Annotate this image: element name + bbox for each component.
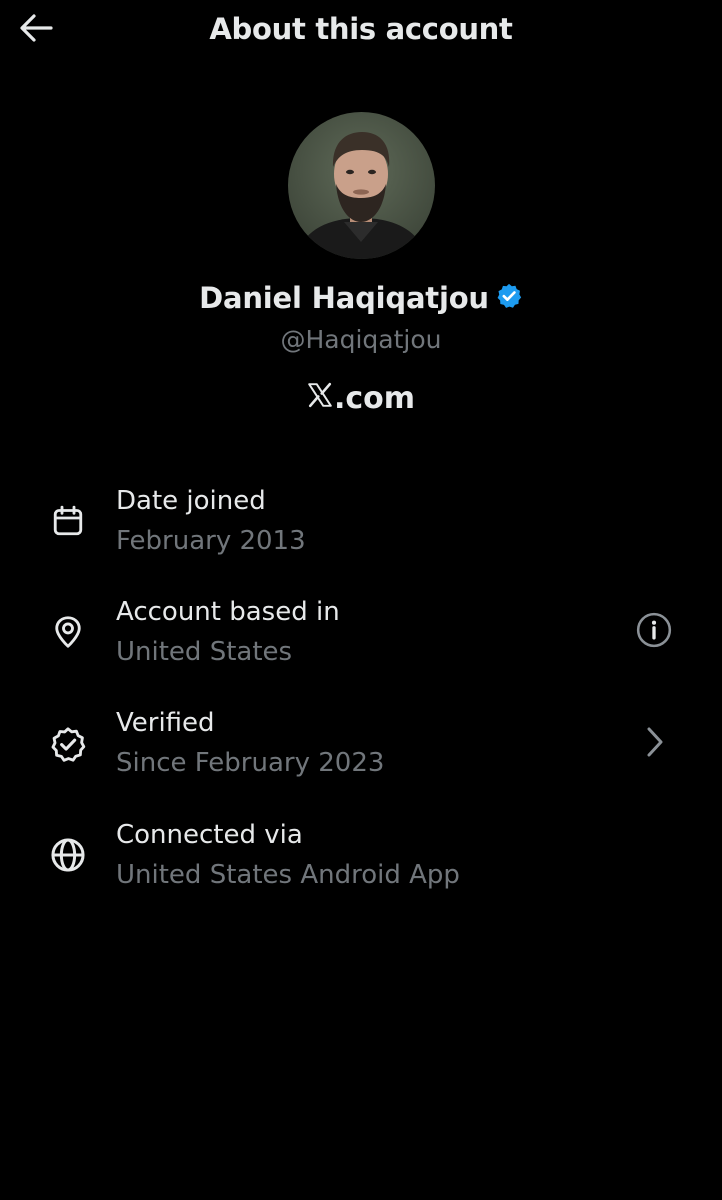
detail-label: Verified	[116, 708, 215, 738]
x-logo-icon	[307, 381, 333, 416]
avatar[interactable]	[288, 112, 435, 259]
user-handle: @Haqiqatjou	[280, 325, 442, 354]
detail-label: Date joined	[116, 486, 266, 516]
detail-label: Account based in	[116, 597, 340, 627]
site-text: .com	[333, 381, 416, 416]
verified-outline-icon	[48, 724, 88, 764]
detail-verified[interactable]: Verified Since February 2023	[0, 708, 722, 798]
detail-value: February 2013	[116, 526, 306, 556]
detail-connected-via: Connected via United States Android App	[0, 820, 722, 910]
page-title: About this account	[209, 12, 513, 46]
calendar-icon	[48, 501, 88, 541]
chevron-right-icon	[643, 725, 667, 763]
location-pin-icon	[48, 612, 88, 652]
detail-value: United States Android App	[116, 860, 460, 890]
top-bar: About this account	[0, 0, 722, 62]
detail-value: Since February 2023	[116, 748, 385, 778]
site-label: .com	[0, 381, 722, 416]
detail-value: United States	[116, 637, 293, 667]
info-button[interactable]	[632, 610, 676, 654]
detail-label: Connected via	[116, 820, 303, 850]
verified-badge-icon	[495, 282, 523, 314]
detail-account-based-in: Account based in United States	[0, 597, 722, 687]
display-name: Daniel Haqiqatjou	[199, 281, 489, 315]
name-row: Daniel Haqiqatjou	[0, 281, 722, 315]
detail-date-joined: Date joined February 2013	[0, 486, 722, 576]
verified-details-button[interactable]	[633, 722, 677, 766]
globe-icon	[48, 835, 88, 875]
info-circle-icon	[635, 611, 673, 653]
